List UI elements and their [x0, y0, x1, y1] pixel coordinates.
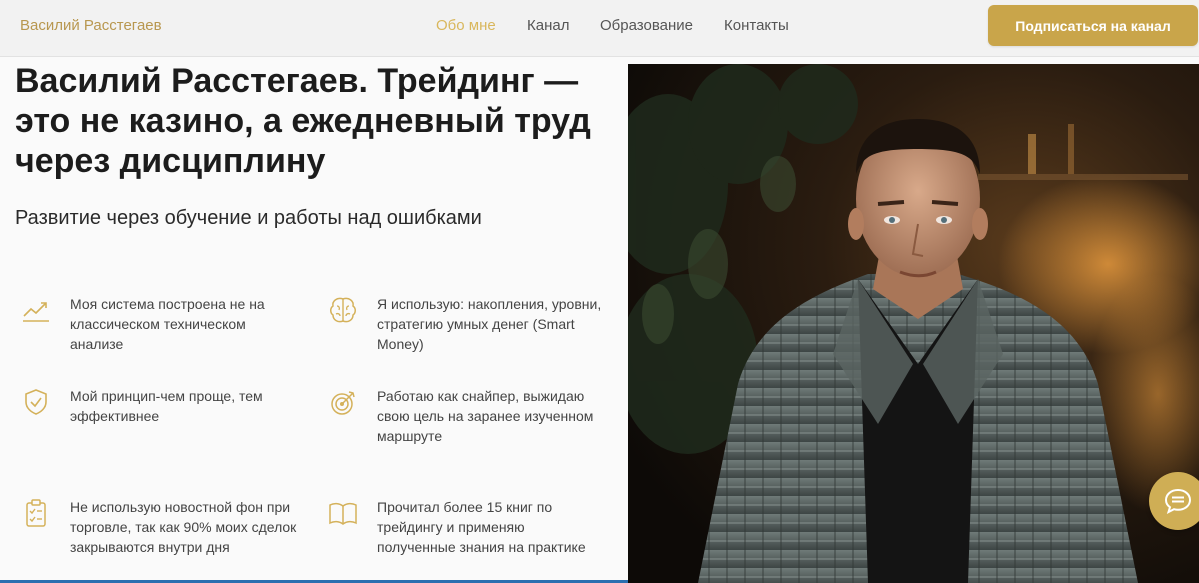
- feature-text: Моя система построена не на классическом…: [70, 296, 265, 352]
- feature-text: Я использую: накопления, уровни, стратег…: [377, 296, 602, 352]
- shield-check-icon: [25, 389, 47, 415]
- feature-text: Не использую новостной фон при торговле,…: [70, 499, 297, 555]
- feature-text: Мой принцип-чем проще, тем эффективнее: [70, 388, 263, 424]
- feature-text: Работаю как снайпер, выжидаю свою цель н…: [377, 388, 594, 444]
- chat-bubble-icon: [1164, 488, 1192, 514]
- subscribe-channel-button[interactable]: Подписаться на канал: [988, 5, 1198, 46]
- brain-icon: [330, 297, 356, 323]
- book-icon: [329, 502, 357, 525]
- hero-title: Василий Расстегаев. Трейдинг — это не ка…: [15, 62, 591, 180]
- feature-text: Прочитал более 15 книг по трейдингу и пр…: [377, 499, 586, 555]
- chat-widget-button[interactable]: [1149, 472, 1199, 530]
- hero-subtitle: Развитие через обучение и работы над оши…: [15, 207, 482, 229]
- portrait-image: [628, 64, 1199, 583]
- clipboard-icon: [26, 499, 46, 527]
- chart-trend-icon: [23, 302, 49, 322]
- site-header: Василий Расстегаев Обо мне Канал Образов…: [0, 0, 1199, 57]
- nav-link-education[interactable]: Образование: [600, 17, 693, 34]
- site-logo[interactable]: Василий Расстегаев: [20, 17, 162, 34]
- nav-link-about[interactable]: Обо мне: [436, 17, 496, 34]
- target-icon: [331, 391, 355, 415]
- nav-link-channel[interactable]: Канал: [527, 17, 569, 34]
- hero-photo: [628, 64, 1199, 583]
- nav-link-contacts[interactable]: Контакты: [724, 17, 789, 34]
